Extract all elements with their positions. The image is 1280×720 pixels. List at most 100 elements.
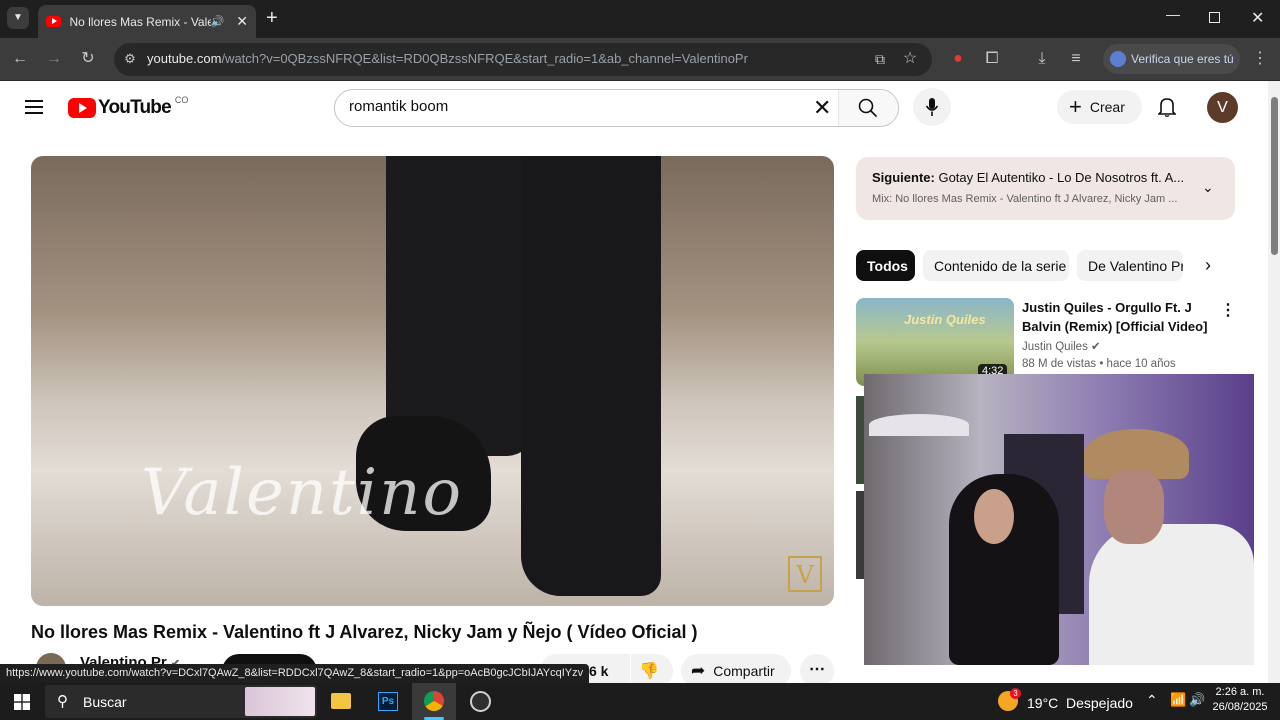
- notifications-bell-icon[interactable]: [1157, 97, 1177, 117]
- photoshop-icon[interactable]: Ps: [378, 692, 398, 711]
- webcam-overlay: [864, 374, 1254, 665]
- up-next-mix: Mix: No llores Mas Remix - Valentino ft …: [872, 193, 1178, 205]
- share-button[interactable]: ➦ Compartir: [681, 654, 791, 683]
- audio-playing-icon: 🔊: [210, 16, 225, 28]
- chrome-taskbar-button[interactable]: [412, 683, 456, 720]
- install-app-icon[interactable]: ⧉: [870, 49, 890, 69]
- verify-label: Verifica que eres tú: [1131, 52, 1234, 66]
- start-button[interactable]: [14, 694, 30, 710]
- chip-label: Contenido de la serie: [934, 257, 1067, 274]
- playlist-up-next-panel[interactable]: Siguiente: Gotay El Autentiko - Lo De No…: [856, 157, 1235, 220]
- chevron-down-icon: ▼: [13, 12, 23, 23]
- microphone-icon: [925, 98, 939, 116]
- search-icon: ⚲: [57, 693, 68, 710]
- extensions-puzzle-icon[interactable]: ⧠: [982, 49, 1002, 69]
- forward-arrow-icon[interactable]: →: [44, 49, 64, 69]
- weather-badge: 3: [1010, 688, 1021, 699]
- search-box[interactable]: ✕: [334, 89, 899, 127]
- voice-search-button[interactable]: [913, 88, 951, 126]
- more-vertical-icon[interactable]: ⋮: [1220, 300, 1236, 320]
- create-button[interactable]: + Crear: [1057, 90, 1142, 124]
- windows-logo-icon: [14, 694, 30, 710]
- taskbar-search-box[interactable]: ⚲ Buscar: [45, 685, 317, 718]
- url-text[interactable]: youtube.com/watch?v=0QBzssNFRQE&list=RD0…: [147, 51, 748, 66]
- dislike-button[interactable]: 👎: [631, 654, 673, 683]
- weather-widget[interactable]: 3 19°C Despejado: [996, 688, 1133, 716]
- back-arrow-icon[interactable]: ←: [10, 49, 30, 69]
- site-settings-icon[interactable]: ⚙: [120, 49, 140, 69]
- page-scrollbar[interactable]: [1268, 81, 1280, 683]
- more-horizontal-icon: ⋯: [809, 661, 825, 678]
- recommendation-title: Justin Quiles - Orgullo Ft. J Balvin (Re…: [1022, 298, 1222, 336]
- thumbs-down-icon: 👎: [639, 663, 659, 680]
- download-icon[interactable]: ⤓: [1032, 49, 1052, 69]
- channel-watermark-icon: V: [788, 556, 822, 592]
- plus-icon: +: [1069, 94, 1082, 119]
- close-window-button[interactable]: ✕: [1251, 8, 1264, 28]
- obs-icon[interactable]: [470, 691, 491, 712]
- chip-label: Todos: [867, 257, 908, 274]
- windows-taskbar: ⚲ Buscar Ps 3 19°C Despejado ⌃ 📶 🔊 2:26 …: [0, 683, 1280, 720]
- video-player[interactable]: Valentino V: [31, 156, 834, 606]
- bookmark-star-icon[interactable]: ☆: [900, 49, 920, 69]
- show-hidden-icons-chevron-icon[interactable]: ⌃: [1146, 692, 1158, 709]
- tab-search-button[interactable]: ▼: [7, 7, 29, 29]
- video-title: No llores Mas Remix - Valentino ft J Alv…: [31, 622, 698, 642]
- clock[interactable]: 2:26 a. m. 26/08/2025: [1210, 686, 1270, 713]
- volume-icon[interactable]: 🔊: [1189, 692, 1205, 708]
- wifi-icon[interactable]: 📶: [1170, 692, 1186, 708]
- browser-tab-strip: ▼ No llores Mas Remix - Valen 🔊 ✕ + — ✕: [0, 0, 1280, 38]
- chip-series-content[interactable]: Contenido de la serie: [923, 250, 1069, 281]
- video-thumbnail: Justin Quiles 4:32: [856, 298, 1014, 386]
- browser-tab[interactable]: No llores Mas Remix - Valen 🔊 ✕: [38, 5, 256, 38]
- new-tab-button[interactable]: +: [266, 8, 278, 28]
- weather-description: Despejado: [1066, 695, 1133, 711]
- clock-date: 26/08/2025: [1212, 701, 1268, 713]
- like-count: 6 k: [589, 663, 609, 679]
- scrollbar-thumb[interactable]: [1271, 97, 1278, 255]
- extension-red-icon[interactable]: ●: [948, 49, 968, 69]
- url-path: /watch?v=0QBzssNFRQE&list=RD0QBzssNFRQE&…: [221, 51, 748, 66]
- youtube-favicon-icon: [46, 16, 62, 27]
- thumbnail-text: Justin Quiles: [904, 312, 986, 327]
- title-line: Justin Quiles - Orgullo Ft. J: [1022, 300, 1192, 315]
- reload-icon[interactable]: ↻: [78, 49, 98, 69]
- restore-button[interactable]: [1209, 12, 1220, 23]
- chip-from-channel[interactable]: De Valentino Pr: [1077, 250, 1183, 281]
- youtube-logo-text: YouTube: [98, 97, 172, 118]
- country-code: CO: [174, 95, 189, 105]
- address-bar[interactable]: ⚙ youtube.com/watch?v=0QBzssNFRQE&list=R…: [114, 43, 932, 76]
- chip-label: De Valentino Pr: [1088, 257, 1183, 274]
- minimize-button[interactable]: —: [1166, 6, 1180, 22]
- browser-menu-icon[interactable]: ⋮: [1252, 49, 1268, 69]
- clock-time: 2:26 a. m.: [1215, 686, 1265, 698]
- file-explorer-icon[interactable]: [331, 693, 351, 709]
- url-host: youtube.com: [147, 51, 222, 66]
- more-actions-button[interactable]: ⋯: [800, 654, 834, 683]
- overlay-person-right-face: [1104, 469, 1164, 544]
- search-input[interactable]: [349, 98, 809, 115]
- share-arrow-icon: ➦: [691, 661, 706, 680]
- chevron-right-icon[interactable]: ›: [1205, 255, 1211, 276]
- avatar[interactable]: V: [1207, 92, 1238, 123]
- chevron-down-icon[interactable]: ⌄: [1202, 179, 1214, 196]
- title-line: Balvin (Remix) [Official Video]: [1022, 319, 1208, 334]
- tab-close-icon[interactable]: ✕: [236, 13, 248, 30]
- hamburger-menu-icon[interactable]: [25, 100, 43, 114]
- media-controls-icon[interactable]: ≡: [1066, 49, 1086, 69]
- clear-search-icon[interactable]: ✕: [813, 95, 831, 121]
- search-button[interactable]: [838, 90, 898, 126]
- youtube-logo[interactable]: YouTube CO: [68, 95, 189, 119]
- channel-text: Justin Quiles: [1022, 341, 1088, 353]
- verified-icon: ✔: [1091, 341, 1101, 353]
- recommendation-meta: 88 M de vistas • hace 10 años: [1022, 358, 1176, 370]
- taskbar-search-label: Buscar: [83, 694, 127, 710]
- browser-toolbar: ← → ↻ ⚙ youtube.com/watch?v=0QBzssNFRQE&…: [0, 38, 1280, 81]
- overlay-person-left-face: [974, 489, 1014, 544]
- create-label: Crear: [1089, 99, 1125, 115]
- weather-temperature: 19°C: [1027, 695, 1059, 711]
- video-watermark: Valentino: [141, 456, 463, 530]
- chrome-icon: [424, 691, 444, 711]
- chip-all[interactable]: Todos: [856, 250, 915, 281]
- verify-profile-button[interactable]: Verifica que eres tú: [1103, 44, 1240, 74]
